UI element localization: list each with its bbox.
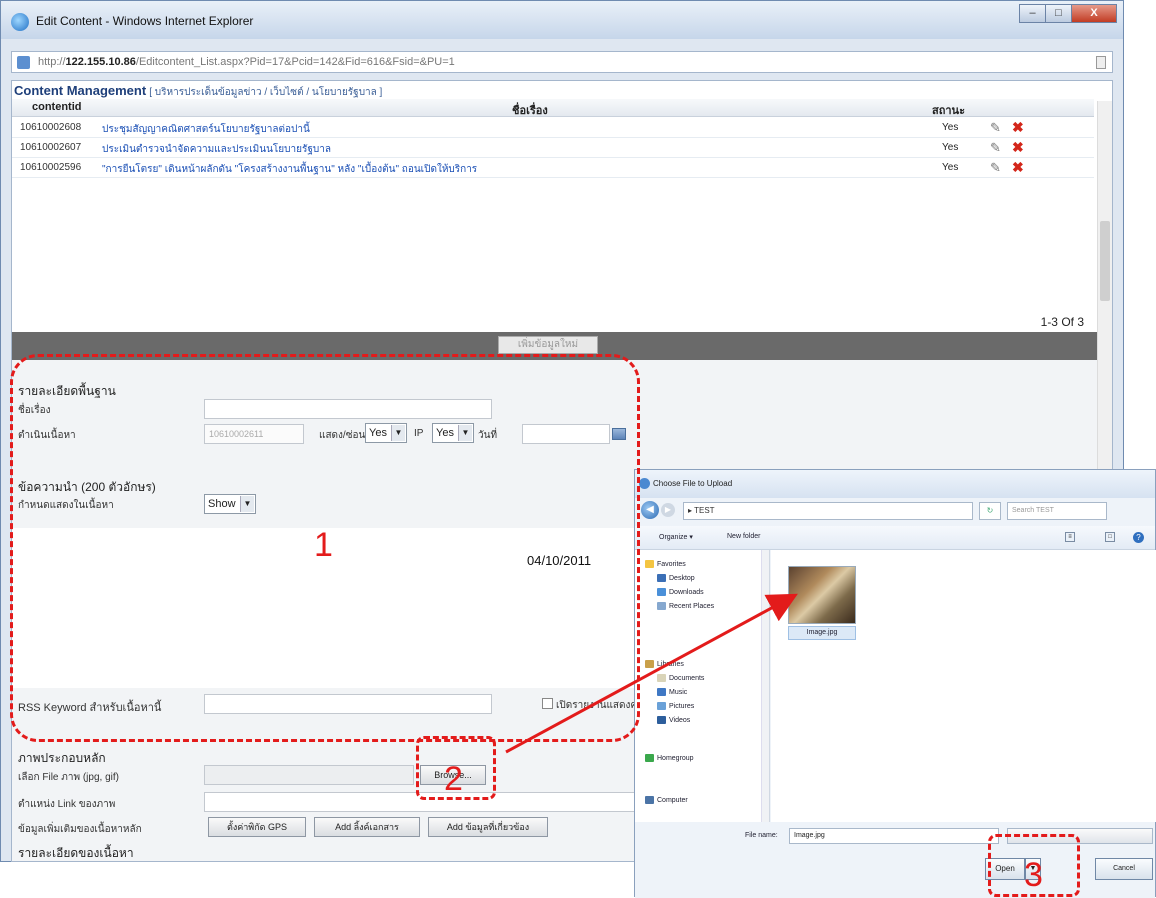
- file-list: Image.jpg: [771, 550, 1156, 822]
- computer-icon: [645, 796, 654, 804]
- dialog-titlebar: Choose File to Upload: [635, 470, 1155, 498]
- dialog-icon: [639, 478, 650, 489]
- minimize-button[interactable]: –: [1019, 4, 1046, 23]
- dialog-search-input[interactable]: Search TEST: [1007, 502, 1107, 520]
- content-header: Content Management [ บริหารประเด็นข้อมูล…: [14, 83, 382, 100]
- select-file-label: เลือก File ภาพ (jpg, gif): [18, 772, 119, 783]
- tree-pictures[interactable]: Pictures: [657, 702, 694, 710]
- annotation-number-3: 3: [1024, 856, 1043, 894]
- add-document-link-button[interactable]: Add ลิ้งค์เอกสาร: [314, 817, 420, 837]
- section-detail-heading: รายละเอียดของเนื้อหา: [18, 846, 134, 860]
- folder-path[interactable]: ▸ TEST: [683, 502, 973, 520]
- related-info-label: ข้อมูลเพิ่มเติมของเนื้อหาหลัก: [18, 824, 142, 835]
- organize-button[interactable]: Organize ▾: [659, 533, 693, 541]
- grid-header: contentid ชื่อเรื่อง สถานะ: [12, 99, 1094, 117]
- star-icon: [645, 560, 654, 568]
- file-path-input[interactable]: [204, 765, 414, 785]
- page-menu-icon[interactable]: [1096, 56, 1106, 69]
- scrollbar-thumb[interactable]: [1100, 221, 1110, 301]
- breadcrumb: [ บริหารประเด็นข้อมูลข่าว / เว็บไซต์ / น…: [149, 87, 383, 98]
- table-row: 10610002608 ประชุมสัญญาคณิตศาสตร์นโยบายร…: [12, 118, 1094, 138]
- tree-computer[interactable]: Computer: [645, 796, 688, 804]
- annotation-number-1: 1: [314, 526, 333, 564]
- annotation-number-2: 2: [444, 760, 463, 798]
- row-id: 10610002596: [20, 162, 82, 173]
- refresh-icon[interactable]: ↻: [979, 502, 1001, 520]
- edit-icon[interactable]: ✎: [990, 120, 1001, 136]
- page-icon: [17, 56, 30, 69]
- dialog-toolbar: Organize ▾ New folder ≡ □ ?: [635, 526, 1155, 550]
- table-row: 10610002607 ประเมินตำรวจนำจัดความและประเ…: [12, 138, 1094, 158]
- gps-button[interactable]: ตั้งค่าพิกัด GPS: [208, 817, 306, 837]
- dialog-title: Choose File to Upload: [653, 479, 733, 488]
- music-icon: [657, 688, 666, 696]
- row-status: Yes: [942, 122, 959, 133]
- delete-icon[interactable]: ✖: [1012, 119, 1024, 136]
- section-image-heading: ภาพประกอบหลัก: [18, 751, 106, 765]
- page-title: Content Management: [14, 83, 147, 98]
- row-title-link[interactable]: ประเมินตำรวจนำจัดความและประเมินนโยบายรัฐ…: [102, 142, 331, 157]
- libraries-icon: [645, 660, 654, 668]
- desktop-icon: [657, 574, 666, 582]
- tree-videos[interactable]: Videos: [657, 716, 690, 724]
- vertical-scrollbar[interactable]: [1097, 101, 1112, 487]
- row-status: Yes: [942, 142, 959, 153]
- address-url: http://122.155.10.86/Editcontent_List.as…: [38, 56, 455, 68]
- pager-text: 1-3 Of 3: [1040, 315, 1084, 329]
- tree-documents[interactable]: Documents: [657, 674, 704, 682]
- row-id: 10610002608: [20, 122, 82, 133]
- homegroup-icon: [645, 754, 654, 762]
- row-title-link[interactable]: "การยืนโตรย" เดินหน้าผลักดัน "โครงสร้างง…: [102, 162, 477, 177]
- address-bar[interactable]: http://122.155.10.86/Editcontent_List.as…: [11, 51, 1113, 73]
- window-controls: – □ X: [1019, 4, 1117, 23]
- column-header-status[interactable]: สถานะ: [932, 101, 965, 119]
- choose-file-dialog: Choose File to Upload ◀ ▶ ▸ TEST ↻ Searc…: [634, 469, 1156, 898]
- close-button[interactable]: X: [1071, 4, 1117, 23]
- image-link-label: ตำแหน่ง Link ของภาพ: [18, 799, 116, 810]
- ie-logo-icon: [11, 13, 29, 31]
- forward-arrow-icon[interactable]: ▶: [661, 503, 675, 517]
- image-thumbnail-caption[interactable]: Image.jpg: [788, 626, 856, 640]
- videos-icon: [657, 716, 666, 724]
- documents-icon: [657, 674, 666, 682]
- file-name-input[interactable]: Image.jpg: [789, 828, 999, 844]
- tree-homegroup[interactable]: Homegroup: [645, 754, 694, 762]
- maximize-button[interactable]: □: [1045, 4, 1072, 23]
- dialog-navbar: ◀ ▶ ▸ TEST ↻ Search TEST: [635, 498, 1155, 524]
- row-id: 10610002607: [20, 142, 82, 153]
- window-titlebar: Edit Content - Windows Internet Explorer…: [1, 1, 1123, 39]
- image-thumbnail[interactable]: [788, 566, 856, 624]
- edit-icon[interactable]: ✎: [990, 160, 1001, 176]
- back-arrow-icon[interactable]: ◀: [641, 501, 659, 519]
- help-icon[interactable]: ?: [1133, 532, 1144, 543]
- navigation-pane-scrollbar[interactable]: [761, 550, 769, 822]
- navigation-pane: Favorites Desktop Downloads Recent Place…: [635, 550, 770, 822]
- tree-downloads[interactable]: Downloads: [657, 588, 704, 596]
- delete-icon[interactable]: ✖: [1012, 159, 1024, 176]
- downloads-icon: [657, 588, 666, 596]
- row-title-link[interactable]: ประชุมสัญญาคณิตศาสตร์นโยบายรัฐบาลต่อปานี…: [102, 122, 310, 137]
- add-related-button[interactable]: Add ข้อมูลที่เกี่ยวข้อง: [428, 817, 548, 837]
- table-row: 10610002596 "การยืนโตรย" เดินหน้าผลักดัน…: [12, 158, 1094, 178]
- preview-pane-icon[interactable]: □: [1105, 532, 1115, 542]
- window-title: Edit Content - Windows Internet Explorer: [36, 14, 254, 28]
- file-name-label: File name:: [745, 832, 778, 839]
- row-status: Yes: [942, 162, 959, 173]
- recent-places-icon: [657, 602, 666, 610]
- tree-desktop[interactable]: Desktop: [657, 574, 695, 582]
- column-header-title[interactable]: ชื่อเรื่อง: [512, 101, 548, 119]
- pictures-icon: [657, 702, 666, 710]
- column-header-id[interactable]: contentid: [32, 101, 82, 113]
- tree-music[interactable]: Music: [657, 688, 687, 696]
- tree-recent-places[interactable]: Recent Places: [657, 602, 714, 610]
- cancel-button[interactable]: Cancel: [1095, 858, 1153, 880]
- delete-icon[interactable]: ✖: [1012, 139, 1024, 156]
- view-options-icon[interactable]: ≡: [1065, 532, 1075, 542]
- edit-icon[interactable]: ✎: [990, 140, 1001, 156]
- new-folder-button[interactable]: New folder: [727, 533, 760, 540]
- tree-favorites[interactable]: Favorites: [645, 560, 686, 568]
- add-new-button[interactable]: เพิ่มข้อมูลใหม่: [498, 336, 598, 354]
- tree-libraries[interactable]: Libraries: [645, 660, 684, 668]
